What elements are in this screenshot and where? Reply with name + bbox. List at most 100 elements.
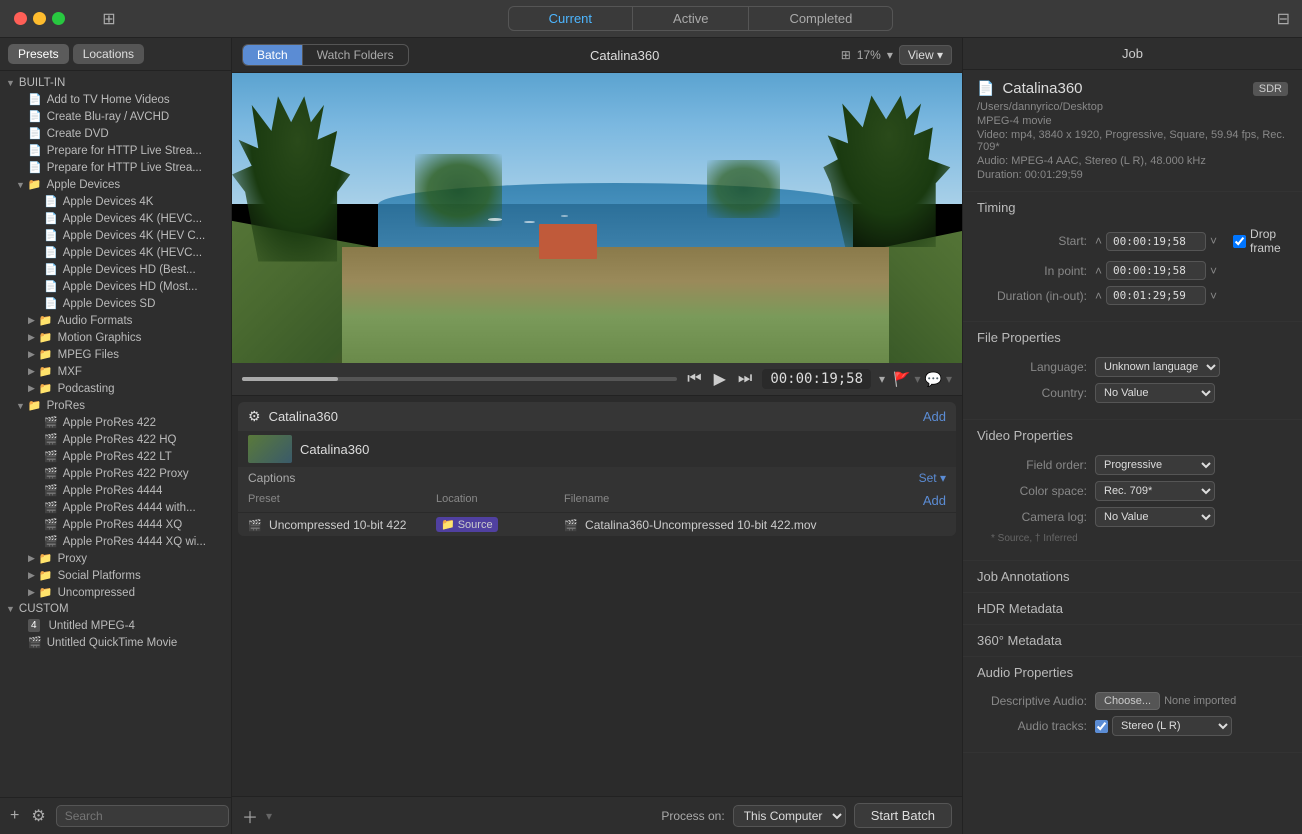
tab-watch-folders[interactable]: Watch Folders (303, 45, 408, 65)
sidebar-item-untitled-qt[interactable]: 🎬 Untitled QuickTime Movie (0, 634, 231, 651)
video-properties-content: Field order: Progressive Color space: Re… (963, 451, 1302, 560)
sidebar-item-uncompressed[interactable]: ▶ 📁 Uncompressed (0, 584, 231, 601)
sidebar-item-dvd[interactable]: 📄 Create DVD (0, 125, 231, 142)
country-select[interactable]: No Value (1095, 383, 1215, 403)
add-preset-button[interactable]: + (8, 805, 21, 827)
job-annotations-header[interactable]: Job Annotations (963, 561, 1302, 592)
sidebar-tab-presets[interactable]: Presets (8, 44, 69, 64)
file-properties-header[interactable]: File Properties (963, 322, 1302, 353)
threesixty-metadata-header[interactable]: 360° Metadata (963, 625, 1302, 656)
sidebar-item-apple-sd[interactable]: 📄 Apple Devices SD (0, 295, 231, 312)
sidebar-item-apple-4k[interactable]: 📄 Apple Devices 4K (0, 193, 231, 210)
sidebar-item-bluray[interactable]: 📄 Create Blu-ray / AVCHD (0, 108, 231, 125)
sidebar-item-podcasting[interactable]: ▶ 📁 Podcasting (0, 380, 231, 397)
output-add-button[interactable]: Add (923, 493, 946, 508)
sidebar-item-proxy[interactable]: ▶ 📁 Proxy (0, 550, 231, 567)
fullscreen-button[interactable] (52, 12, 65, 25)
sidebar-item-motion-graphics[interactable]: ▶ 📁 Motion Graphics (0, 329, 231, 346)
sidebar-tab-locations[interactable]: Locations (73, 44, 144, 64)
caption-button[interactable]: 💬 (925, 371, 942, 388)
camera-log-select[interactable]: No Value (1095, 507, 1215, 527)
set-captions-button[interactable]: Set ▾ (919, 471, 946, 485)
sidebar-item-label: Apple ProRes 422 Proxy (63, 468, 189, 480)
sidebar-item-label: Apple ProRes 4444 XQ wi... (63, 536, 206, 548)
sidebar-item-apple-4k-hevc3[interactable]: 📄 Apple Devices 4K (HEVC... (0, 244, 231, 261)
sidebar-item-label: Apple Devices 4K (63, 196, 154, 208)
sidebar-item-apple-4k-hevc2[interactable]: 📄 Apple Devices 4K (HEV C... (0, 227, 231, 244)
sidebar-item-prores-422-lt[interactable]: 🎬 Apple ProRes 422 LT (0, 448, 231, 465)
sidebar-item-apple-hd-most[interactable]: 📄 Apple Devices HD (Most... (0, 278, 231, 295)
sidebar-item-untitled-mpeg4[interactable]: 4 Untitled MPEG-4 (0, 617, 231, 634)
settings-button[interactable]: ⚙ (29, 804, 47, 828)
sidebar-item-prores-4444-xq-wi[interactable]: 🎬 Apple ProRes 4444 XQ wi... (0, 533, 231, 550)
sidebar-item-apple-hd-best[interactable]: 📄 Apple Devices HD (Best... (0, 261, 231, 278)
grid-icon[interactable]: ⊟ (1277, 9, 1290, 29)
col-header-filename: Filename (564, 493, 915, 508)
layout-icon[interactable]: ⊞ (102, 9, 115, 29)
video-properties-header[interactable]: Video Properties (963, 420, 1302, 451)
sidebar-item-apple-devices[interactable]: ▼ 📁 Apple Devices (0, 176, 231, 193)
prev-button[interactable]: ⏮ (685, 370, 703, 388)
job-add-button[interactable]: Add (923, 409, 946, 424)
sidebar-item-label: Uncompressed (58, 587, 135, 599)
sidebar-item-mxf[interactable]: ▶ 📁 MXF (0, 363, 231, 380)
language-select[interactable]: Unknown language (1095, 357, 1220, 377)
sidebar-item-apple-4k-hevc1[interactable]: 📄 Apple Devices 4K (HEVC... (0, 210, 231, 227)
none-imported-text: None imported (1164, 695, 1236, 707)
sidebar-item-prores-4444-with[interactable]: 🎬 Apple ProRes 4444 with... (0, 499, 231, 516)
sidebar-item-prores-422[interactable]: 🎬 Apple ProRes 422 (0, 414, 231, 431)
sidebar-item-prores-422-hq[interactable]: 🎬 Apple ProRes 422 HQ (0, 431, 231, 448)
video-file-icon: 🎬 (44, 467, 58, 480)
add-job-button[interactable]: ＋ (242, 804, 258, 828)
sidebar-item-http2[interactable]: 📄 Prepare for HTTP Live Strea... (0, 159, 231, 176)
close-button[interactable] (14, 12, 27, 25)
sidebar-item-audio-formats[interactable]: ▶ 📁 Audio Formats (0, 312, 231, 329)
in-point-input[interactable] (1106, 261, 1206, 280)
view-button[interactable]: View ▾ (899, 45, 952, 65)
start-batch-button[interactable]: Start Batch (854, 803, 952, 828)
next-button[interactable]: ⏭ (736, 370, 754, 388)
sidebar-section-custom[interactable]: ▼ CUSTOM (0, 601, 231, 617)
search-input[interactable] (56, 805, 229, 827)
job-info-title: 📄 Catalina360 SDR (977, 80, 1288, 97)
flag-button[interactable]: 🚩 (893, 371, 910, 388)
sidebar-item-mpeg-files[interactable]: ▶ 📁 MPEG Files (0, 346, 231, 363)
drop-frame-checkbox[interactable] (1233, 235, 1246, 248)
timeline-track[interactable] (242, 377, 677, 381)
job-info-format: MPEG-4 movie (977, 115, 1288, 127)
sidebar-item-prores-422-proxy[interactable]: 🎬 Apple ProRes 422 Proxy (0, 465, 231, 482)
chevron-down-icon: ▼ (16, 180, 25, 190)
folder-icon: 📁 (39, 331, 53, 344)
start-input[interactable] (1106, 232, 1206, 251)
duration-input[interactable] (1106, 286, 1206, 305)
sidebar-item-prores-4444-xq[interactable]: 🎬 Apple ProRes 4444 XQ (0, 516, 231, 533)
tab-current[interactable]: Current (509, 7, 633, 30)
dur-up-icon: ˄ (1095, 289, 1102, 303)
sidebar-item-prores-4444[interactable]: 🎬 Apple ProRes 4444 (0, 482, 231, 499)
audio-properties-header[interactable]: Audio Properties (963, 657, 1302, 688)
choose-button[interactable]: Choose... (1095, 692, 1160, 710)
sidebar-item-social[interactable]: ▶ 📁 Social Platforms (0, 567, 231, 584)
tab-active[interactable]: Active (633, 7, 749, 30)
timing-content: Start: ˄ ˅ Drop frame In point: ˄ (963, 223, 1302, 321)
hdr-metadata-header[interactable]: HDR Metadata (963, 593, 1302, 624)
color-space-select[interactable]: Rec. 709* (1095, 481, 1215, 501)
audio-track-select[interactable]: Stereo (L R) (1112, 716, 1232, 736)
tab-completed[interactable]: Completed (749, 7, 892, 30)
transport-bar: ⏮ ▶ ⏭ 00:00:19;58 ▾ 🚩 ▾ 💬 ▾ (232, 363, 962, 396)
chevron-down-icon: ▾ (879, 372, 885, 386)
view-controls: ⊞ 17% ▾ View ▾ (841, 45, 952, 65)
tab-batch[interactable]: Batch (243, 45, 303, 65)
sidebar-section-builtin[interactable]: ▼ BUILT-IN (0, 75, 231, 91)
process-select[interactable]: This Computer (733, 805, 846, 827)
audio-track-checkbox[interactable] (1095, 720, 1108, 733)
sidebar-item-http1[interactable]: 📄 Prepare for HTTP Live Strea... (0, 142, 231, 159)
sidebar-item-prores[interactable]: ▼ 📁 ProRes (0, 397, 231, 414)
timing-header[interactable]: Timing (963, 192, 1302, 223)
location-icon: 📁 (441, 518, 455, 531)
sidebar-item-add-tv[interactable]: 📄 Add to TV Home Videos (0, 91, 231, 108)
play-button[interactable]: ▶ (712, 369, 728, 389)
cell-filename: 🎬 Catalina360-Uncompressed 10-bit 422.mo… (564, 518, 946, 532)
minimize-button[interactable] (33, 12, 46, 25)
field-order-select[interactable]: Progressive (1095, 455, 1215, 475)
